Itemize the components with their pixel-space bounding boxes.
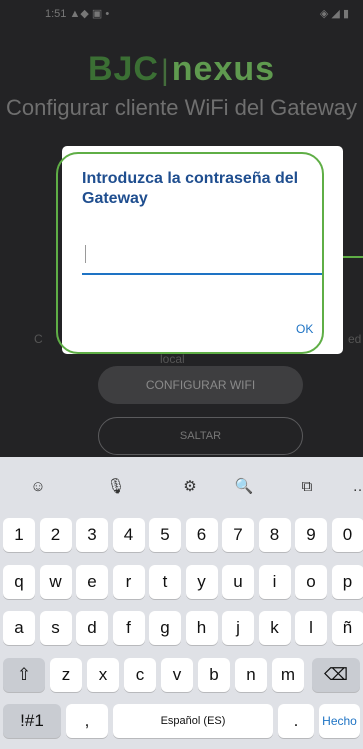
key-n[interactable]: n: [235, 658, 267, 692]
key-6[interactable]: 6: [185, 518, 218, 552]
key-w[interactable]: w: [39, 565, 72, 599]
space-key[interactable]: Español (ES): [113, 704, 273, 738]
brand-part2: nexus: [171, 50, 276, 88]
background-text-right: ed: [348, 332, 362, 346]
microphone-icon[interactable]: 🎙: [102, 477, 130, 497]
period-key[interactable]: .: [278, 704, 314, 738]
key-4[interactable]: 4: [112, 518, 145, 552]
key-d[interactable]: d: [76, 611, 108, 645]
key-3[interactable]: 3: [76, 518, 108, 552]
key-f[interactable]: f: [112, 611, 145, 645]
status-bar: 1:51 ▲◆ ▣ • ◈ ◢ ▮: [0, 0, 363, 26]
key-s[interactable]: s: [39, 611, 72, 645]
done-key[interactable]: Hecho: [319, 704, 360, 738]
annotation-highlight: [56, 152, 324, 354]
key-c[interactable]: c: [124, 658, 156, 692]
more-icon[interactable]: …: [346, 477, 363, 497]
key-m[interactable]: m: [272, 658, 304, 692]
key-x[interactable]: x: [87, 658, 119, 692]
search-icon[interactable]: 🔍: [230, 477, 258, 497]
comma-key[interactable]: ,: [66, 704, 108, 738]
key-2[interactable]: 2: [39, 518, 72, 552]
skip-button[interactable]: SALTAR: [98, 417, 303, 455]
symbols-key[interactable]: !#1: [3, 704, 61, 738]
settings-icon[interactable]: ⚙: [176, 477, 204, 497]
key-b[interactable]: b: [198, 658, 230, 692]
key-9[interactable]: 9: [295, 518, 327, 552]
key-ñ[interactable]: ñ: [331, 611, 363, 645]
background-text-local: local: [160, 352, 185, 366]
brand-separator: |: [160, 54, 170, 87]
status-right: ◈ ◢ ▮: [319, 8, 349, 20]
screen-title: Configurar cliente WiFi del Gateway: [6, 95, 357, 120]
key-i[interactable]: i: [258, 565, 291, 599]
key-7[interactable]: 7: [222, 518, 254, 552]
key-h[interactable]: h: [185, 611, 218, 645]
key-1[interactable]: 1: [3, 518, 35, 552]
key-0[interactable]: 0: [331, 518, 363, 552]
key-y[interactable]: y: [185, 565, 218, 599]
key-u[interactable]: u: [222, 565, 254, 599]
clipboard-icon[interactable]: ⧉: [293, 477, 321, 497]
key-8[interactable]: 8: [258, 518, 291, 552]
key-p[interactable]: p: [331, 565, 363, 599]
key-e[interactable]: e: [76, 565, 108, 599]
configure-wifi-button[interactable]: CONFIGURAR WIFI: [98, 366, 303, 404]
key-l[interactable]: l: [295, 611, 327, 645]
brand-part1: BJC: [87, 50, 159, 88]
key-t[interactable]: t: [149, 565, 181, 599]
key-z[interactable]: z: [50, 658, 82, 692]
brand-logo: BJC|nexus: [0, 50, 363, 89]
key-o[interactable]: o: [295, 565, 327, 599]
emoji-icon[interactable]: ☺: [24, 477, 52, 497]
backspace-key[interactable]: ⌫: [312, 658, 360, 692]
status-left: 1:51 ▲◆ ▣ •: [45, 8, 110, 20]
key-r[interactable]: r: [112, 565, 145, 599]
shift-key[interactable]: ⇧: [3, 658, 45, 692]
key-5[interactable]: 5: [149, 518, 181, 552]
key-j[interactable]: j: [222, 611, 254, 645]
key-k[interactable]: k: [258, 611, 291, 645]
key-a[interactable]: a: [3, 611, 35, 645]
key-v[interactable]: v: [161, 658, 193, 692]
background-text-left: C: [34, 332, 43, 346]
key-g[interactable]: g: [149, 611, 181, 645]
key-q[interactable]: q: [3, 565, 35, 599]
